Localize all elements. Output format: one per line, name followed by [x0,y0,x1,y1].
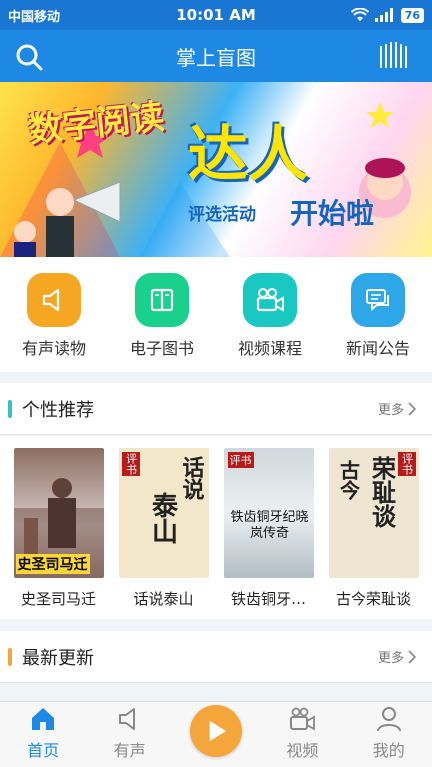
banner-line3: 评选活动 [188,205,256,225]
search-icon[interactable] [14,42,44,72]
book-title: 史圣司马迁 [20,590,96,608]
promo-banner[interactable]: 数字阅读 达人 评选活动 开始啦 [0,82,432,257]
tab-video[interactable]: 视频 [267,705,337,761]
section-title: 最新更新 [22,647,94,669]
chat-icon [351,273,405,327]
wifi-icon [350,8,369,21]
recommend-book-list: 史圣司马迁 史圣司马迁 评书 话说 泰山 话说泰山 评书 铁齿铜牙纪晓岚传奇 铁… [0,436,432,619]
status-time: 10:01 AM [176,6,256,24]
book-item[interactable]: 评书 铁齿铜牙纪晓岚传奇 铁齿铜牙… [221,448,317,619]
book-item[interactable]: 史圣司马迁 史圣司马迁 [11,448,107,619]
app-header: 掌上盲图 [0,30,432,82]
book-title: 古今荣耻谈 [335,590,411,608]
user-icon [376,707,401,732]
quick-nav-label: 电子图书 [129,339,194,358]
chevron-right-icon [408,649,416,664]
banner-line2: 达人 [188,120,308,190]
tab-mine[interactable]: 我的 [354,705,424,761]
status-bar: 中国移动 10:01 AM 76 [0,0,432,30]
book-cover: 评书 古今 荣耻谈 [328,448,419,578]
banner-line4: 开始啦 [290,197,375,230]
bottom-nav: 首页 有声 视频 我的 [0,701,432,767]
tab-home[interactable]: 首页 [8,705,78,761]
cover-title: 铁齿铜牙纪晓岚传奇 [230,510,309,541]
tab-label: 有声 [113,741,146,760]
video-camera-icon [243,273,297,327]
more-link[interactable]: 更多 [378,399,416,418]
play-icon [209,720,227,742]
page-title: 掌上盲图 [176,45,256,70]
cover-title: 史圣司马迁 [15,554,90,574]
quick-nav-news[interactable]: 新闻公告 [328,273,428,372]
video-camera-icon [290,707,316,731]
book-title: 话说泰山 [133,590,194,608]
play-control[interactable] [181,705,251,761]
book-item[interactable]: 评书 话说 泰山 话说泰山 [116,448,212,619]
more-link[interactable]: 更多 [378,647,416,666]
home-icon [32,708,55,730]
recommend-section-header: 个性推荐 更多 [0,383,432,435]
speaker-icon [118,708,135,730]
carrier-name: 中国移动 [8,9,61,25]
book-cover: 评书 话说 泰山 [118,448,209,578]
quick-nav-audiobooks[interactable]: 有声读物 [4,273,104,372]
signal-icon [374,8,393,22]
quick-nav-label: 新闻公告 [345,339,410,358]
cover-title-b: 泰山 [147,492,178,544]
speaker-icon [27,273,81,327]
cover-title-a: 古今 [336,460,361,500]
cover-badge: 评书 [397,452,416,476]
latest-section-header: 最新更新 更多 [0,631,432,683]
status-indicators: 76 [350,7,424,23]
tab-label: 首页 [27,741,60,760]
quick-nav-label: 有声读物 [21,339,86,358]
cover-title-b: 荣耻谈 [367,456,396,528]
section-accent-bar [8,399,12,418]
section-title: 个性推荐 [22,399,94,421]
section-accent-bar [8,647,12,666]
chevron-right-icon [408,401,416,416]
tab-label: 我的 [372,741,405,760]
book-item[interactable]: 评书 古今 荣耻谈 古今荣耻谈 [326,448,422,619]
book-cover: 评书 铁齿铜牙纪晓岚传奇 [223,448,314,578]
book-cover: 史圣司马迁 [13,448,104,578]
more-label: 更多 [377,403,404,418]
battery-indicator: 76 [400,7,424,23]
cover-badge: 评书 [121,452,140,476]
barcode-menu-icon[interactable] [378,40,410,72]
quick-nav-label: 视频课程 [237,339,302,358]
play-button[interactable] [189,705,242,757]
tab-audio[interactable]: 有声 [95,705,165,761]
quick-nav-ebooks[interactable]: 电子图书 [112,273,212,372]
more-label: 更多 [377,651,404,666]
tab-label: 视频 [286,741,319,760]
book-icon [135,273,189,327]
quick-nav-video-courses[interactable]: 视频课程 [220,273,320,372]
book-title: 铁齿铜牙… [230,590,306,608]
cover-badge: 评书 [227,452,254,468]
quick-nav: 有声读物 电子图书 视频课程 新闻公告 [0,257,432,372]
